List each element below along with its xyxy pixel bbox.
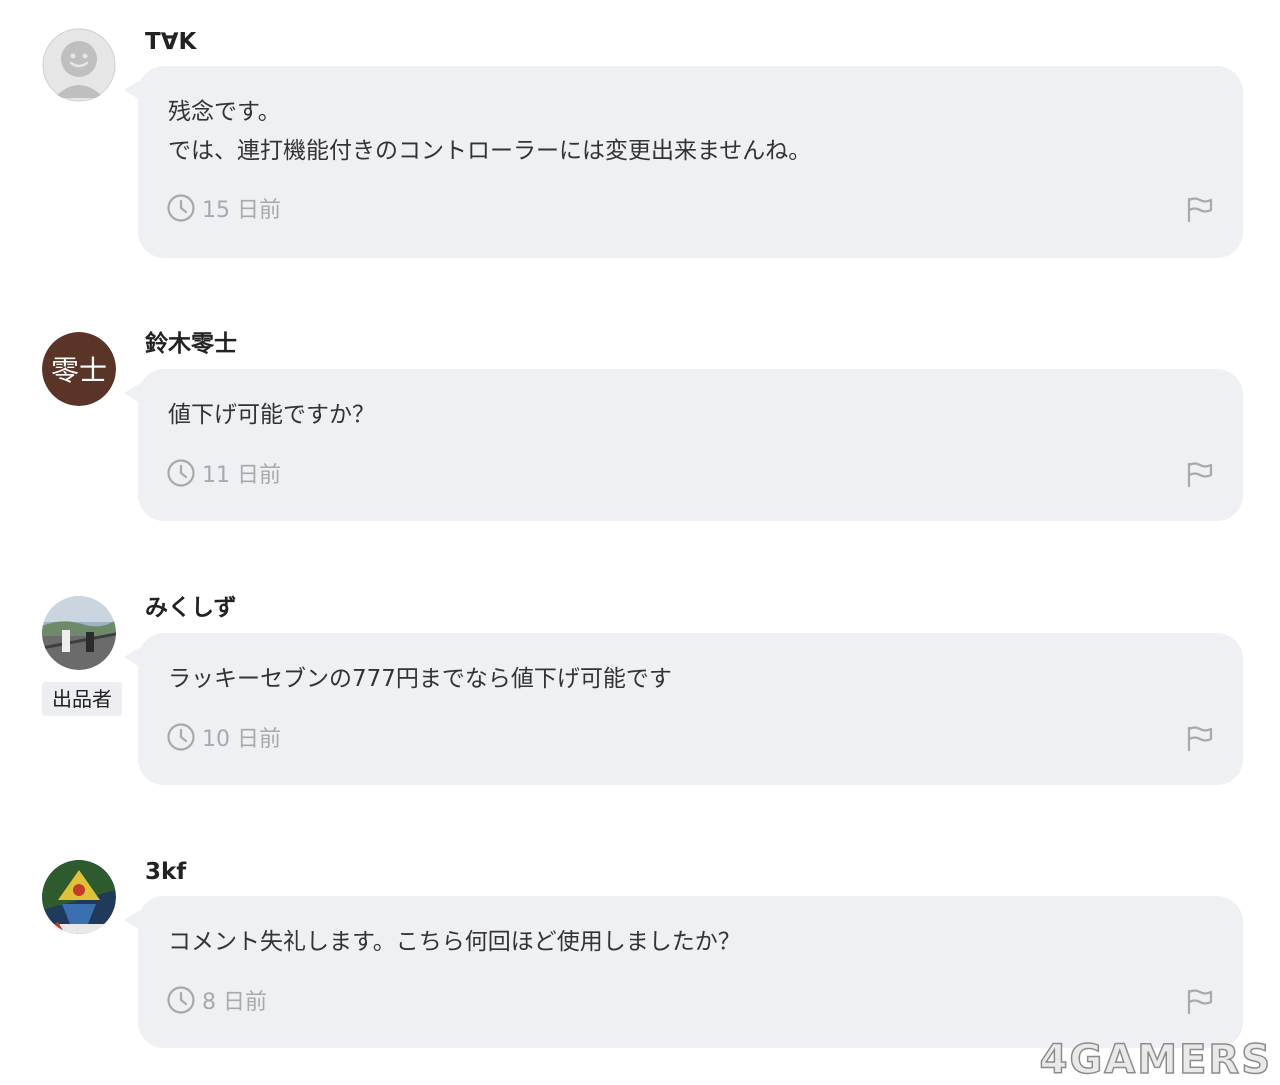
comment-text-line: 残念です。 [168,99,281,125]
clock-icon [167,986,195,1014]
report-flag-icon[interactable] [1185,986,1215,1016]
report-flag-icon[interactable] [1185,194,1215,224]
comment-meta: 15 日前 [166,192,281,224]
comment-meta: 8 日前 [166,984,267,1016]
bubble-tail [124,647,140,667]
seller-badge: 出品者 [42,682,122,716]
bubble-tail [124,80,140,100]
comment-text-line: ラッキーセブンの777円までなら値下げ可能です [168,666,672,692]
avatar[interactable]: 零士 [42,332,116,406]
comment-bubble: コメント失礼します。こちら何回ほど使用しましたか？ 8 日前 [124,896,1243,1048]
comment-time: 11 日前 [202,463,281,488]
username[interactable]: 鈴木零士 [145,330,237,358]
clock-icon [167,723,195,751]
comment-text-line: コメント失礼します。こちら何回ほど使用しましたか？ [168,929,741,955]
report-flag-icon[interactable] [1185,723,1215,753]
comment-bubble: 残念です。 では、連打機能付きのコントローラーには変更出来ませんね。 15 日前 [124,66,1243,258]
bubble-tail [124,910,140,930]
comment-time: 15 日前 [202,198,281,223]
comment-bubble: 値下げ可能ですか？ 11 日前 [124,369,1243,521]
username[interactable]: T∀K [145,28,196,56]
username[interactable]: 3kf [145,858,186,886]
comment-meta: 10 日前 [166,721,281,753]
avatar-initials: 零士 [51,354,107,387]
avatar[interactable] [42,860,116,934]
report-flag-icon[interactable] [1185,459,1215,489]
comment-time: 8 日前 [202,990,267,1015]
avatar[interactable] [42,28,116,102]
comment-bubble: ラッキーセブンの777円までなら値下げ可能です 10 日前 [124,633,1243,785]
comment-time: 10 日前 [202,727,281,752]
username[interactable]: みくしず [145,594,237,622]
avatar[interactable] [42,596,116,670]
clock-icon [167,459,195,487]
comment-meta: 11 日前 [166,457,281,489]
comment-text-line: 値下げ可能ですか？ [168,402,375,428]
clock-icon [167,194,195,222]
comment-text-line: では、連打機能付きのコントローラーには変更出来ませんね。 [168,138,812,164]
comment-feed: T∀K 残念です。 では、連打機能付きのコントローラーには変更出来ませんね。 1… [0,0,1280,1085]
watermark-logo: 4GAMERS [1039,1036,1272,1084]
bubble-tail [124,383,140,403]
